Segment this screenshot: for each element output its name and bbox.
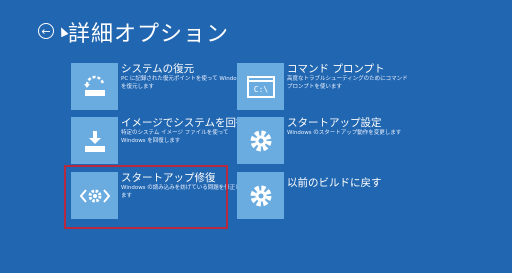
image-recovery-icon [84, 130, 105, 152]
command-prompt-tile[interactable]: C:\ [237, 63, 284, 110]
page-title: 詳細オプション [68, 22, 230, 47]
option-title: コマンド プロンプト [287, 63, 385, 75]
option-system-restore[interactable]: システムの復元 PC に記録された復元ポイントを使って Windows を復元し… [71, 63, 246, 113]
gear-icon [250, 185, 271, 206]
back-button[interactable]: ← [38, 23, 54, 39]
system-restore-tile[interactable] [71, 63, 118, 110]
option-description: Windows のスタートアップ動作を変更します [287, 130, 402, 136]
command-prompt-icon: C:\ [246, 75, 275, 98]
option-previous-build[interactable]: 以前のビルドに戻す [237, 172, 412, 222]
option-system-image-recovery[interactable]: イメージでシステムを回復 特定のシステム イメージ ファイルを使って Windo… [71, 117, 246, 167]
option-title: システムの復元 [121, 63, 195, 75]
option-command-prompt[interactable]: C:\ コマンド プロンプト 高度なトラブルシューティングのためにコマンド プロ… [237, 63, 412, 113]
svg-text:C:\: C:\ [253, 85, 268, 94]
option-description: 特定のシステム イメージ ファイルを使って Windows を回復します [121, 130, 229, 144]
option-description: 高度なトラブルシューティングのためにコマンド プロンプトを使います [287, 76, 408, 90]
gear-icon [250, 130, 271, 151]
previous-build-tile[interactable] [237, 172, 284, 219]
back-arrow-icon: ← [41, 24, 51, 38]
mouse-cursor-icon [57, 25, 69, 38]
option-title: イメージでシステムを回復 [121, 117, 247, 129]
system-restore-icon [83, 75, 105, 96]
image-recovery-tile[interactable] [71, 117, 118, 164]
option-description: PC に記録された復元ポイントを使って Windows を復元します [121, 76, 244, 90]
startup-settings-tile[interactable] [237, 117, 284, 164]
option-title: 以前のビルドに戻す [287, 177, 382, 189]
option-title: スタートアップ設定 [287, 117, 382, 129]
option-startup-settings[interactable]: スタートアップ設定 Windows のスタートアップ動作を変更します [237, 117, 412, 167]
highlight-frame [64, 165, 228, 229]
